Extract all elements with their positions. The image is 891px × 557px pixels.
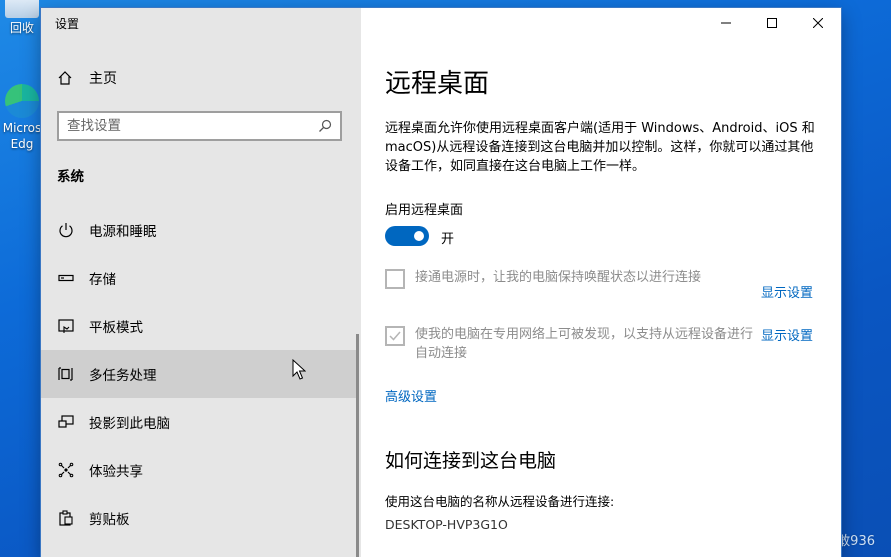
caption-buttons (703, 8, 841, 38)
search-icon (319, 119, 332, 132)
storage-icon (58, 274, 74, 282)
sidebar-item-projecting[interactable]: 投影到此电脑 (41, 398, 357, 446)
search-box[interactable] (57, 111, 342, 141)
window-title: 设置 (55, 17, 80, 31)
sidebar-item-label: 剪贴板 (89, 512, 130, 528)
sidebar-item-tablet-mode[interactable]: 平板模式 (41, 302, 357, 350)
edge-icon (5, 84, 39, 118)
edge-label: Micros Edg (2, 121, 42, 151)
sidebar-item-label: 电源和睡眠 (89, 224, 157, 240)
sidebar-item-label: 存储 (89, 272, 116, 288)
multitasking-icon (58, 367, 73, 381)
home-nav-item[interactable]: 主页 (57, 68, 117, 88)
sidebar-item-storage[interactable]: 存储 (41, 254, 357, 302)
sidebar-item-shared-experiences[interactable]: 体验共享 (41, 446, 357, 494)
discoverable-option: 使我的电脑在专用网络上可被发现，以支持从远程设备进行自动连接 (385, 325, 753, 363)
shared-experiences-icon (58, 462, 74, 478)
checkmark-icon (389, 331, 401, 341)
close-button[interactable] (795, 8, 841, 38)
page-description: 远程桌面允许你使用远程桌面客户端(适用于 Windows、Android、iOS… (385, 121, 815, 174)
projecting-icon (58, 415, 74, 428)
sidebar-nav: 电源和睡眠 存储 平板模式 多任务处理 投影到此电脑 体验共享 剪贴板 (41, 206, 357, 542)
show-settings-link-1[interactable]: 显示设置 (761, 282, 813, 301)
sidebar-item-label: 投影到此电脑 (89, 416, 170, 432)
how-to-connect-text: 使用这台电脑的名称从远程设备进行连接: (385, 494, 615, 509)
tablet-mode-icon (58, 319, 74, 333)
sidebar-item-label: 多任务处理 (89, 368, 157, 384)
section-title: 系统 (57, 169, 84, 185)
page-title: 远程桌面 (385, 69, 490, 99)
recycle-bin-icon (5, 0, 39, 18)
keep-awake-checkbox[interactable] (385, 269, 405, 289)
sidebar-item-multitasking[interactable]: 多任务处理 (41, 350, 357, 398)
sidebar-item-clipboard[interactable]: 剪贴板 (41, 494, 357, 542)
sidebar-item-power-sleep[interactable]: 电源和睡眠 (41, 206, 357, 254)
maximize-icon (767, 18, 777, 28)
toggle-state-label: 开 (441, 232, 455, 247)
power-icon (59, 223, 73, 238)
home-label: 主页 (89, 71, 117, 87)
home-icon (58, 71, 72, 85)
clipboard-icon (59, 510, 73, 526)
search-input[interactable] (59, 117, 318, 135)
enable-remote-desktop-label: 启用远程桌面 (385, 203, 464, 218)
settings-window: 设置 主页 系统 电源和睡眠 (41, 8, 841, 557)
pc-name: DESKTOP-HVP3G1O (385, 517, 508, 532)
advanced-settings-link[interactable]: 高级设置 (385, 386, 437, 405)
discoverable-label: 使我的电脑在专用网络上可被发现，以支持从远程设备进行自动连接 (415, 327, 754, 361)
how-to-connect-title: 如何连接到这台电脑 (385, 450, 557, 472)
sidebar-item-label: 体验共享 (89, 464, 143, 480)
mouse-cursor-icon (292, 359, 306, 380)
recycle-bin-shortcut[interactable]: 回收 (0, 0, 44, 36)
toggle-knob (414, 231, 424, 241)
sidebar: 设置 主页 系统 电源和睡眠 (41, 8, 361, 557)
discoverable-checkbox[interactable] (385, 326, 405, 346)
show-settings-link-2[interactable]: 显示设置 (761, 325, 813, 344)
keep-awake-label: 接通电源时，让我的电脑保持唤醒状态以进行连接 (415, 270, 702, 285)
edge-shortcut[interactable]: Micros Edg (0, 84, 44, 152)
sidebar-item-label: 平板模式 (89, 320, 143, 336)
maximize-button[interactable] (749, 8, 795, 38)
close-icon (813, 18, 823, 28)
sidebar-scrollbar[interactable] (356, 334, 359, 557)
recycle-bin-label: 回收 (9, 21, 34, 35)
content-pane: 远程桌面 远程桌面允许你使用远程桌面客户端(适用于 Windows、Androi… (361, 8, 841, 557)
keep-awake-option: 接通电源时，让我的电脑保持唤醒状态以进行连接 (385, 268, 753, 289)
remote-desktop-toggle[interactable] (385, 226, 429, 246)
minimize-icon (721, 22, 731, 24)
minimize-button[interactable] (703, 8, 749, 38)
